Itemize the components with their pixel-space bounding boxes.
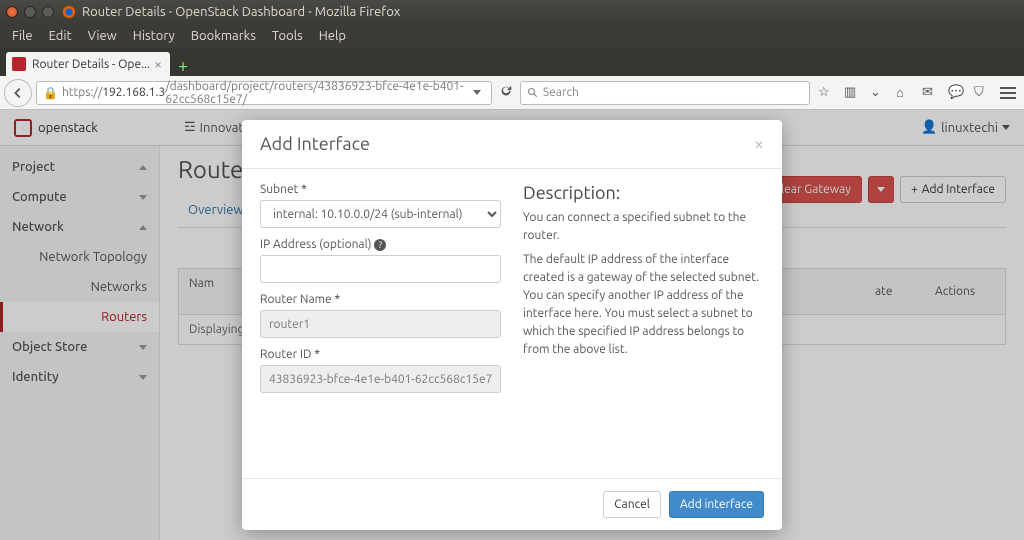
window-controls bbox=[6, 6, 54, 18]
reload-icon bbox=[499, 84, 513, 98]
submit-add-interface-button[interactable]: Add interface bbox=[669, 491, 764, 518]
window-minimize-button[interactable] bbox=[24, 6, 36, 18]
add-interface-modal: Add Interface × Subnet * internal: 10.10… bbox=[242, 120, 782, 530]
menu-edit[interactable]: Edit bbox=[41, 29, 80, 43]
router-id-input bbox=[260, 365, 501, 393]
description-p1: You can connect a specified subnet to th… bbox=[523, 209, 764, 245]
tab-favicon bbox=[12, 57, 26, 71]
pocket-icon[interactable]: ⌄ bbox=[870, 85, 886, 101]
description-p2: The default IP address of the interface … bbox=[523, 251, 764, 359]
router-name-input bbox=[260, 310, 501, 338]
url-path: /dashboard/project/routers/43836923-bfce… bbox=[165, 80, 469, 106]
library-icon[interactable]: ▥ bbox=[844, 85, 860, 101]
modal-form: Subnet * internal: 10.10.0.0/24 (sub-int… bbox=[260, 183, 501, 464]
toolbar-icons: ☆ ▥ ⌄ ⌂ ✉ 💬 ⛉ bbox=[814, 85, 1020, 101]
menu-view[interactable]: View bbox=[80, 29, 125, 43]
window-close-button[interactable] bbox=[6, 6, 18, 18]
cancel-button[interactable]: Cancel bbox=[603, 491, 661, 518]
firefox-menubar: File Edit View History Bookmarks Tools H… bbox=[0, 24, 1024, 48]
send-icon[interactable]: ✉ bbox=[922, 85, 938, 101]
window-maximize-button[interactable] bbox=[42, 6, 54, 18]
hamburger-menu-icon[interactable] bbox=[1000, 87, 1016, 99]
tab-label: Router Details - Ope... bbox=[32, 58, 152, 71]
modal-header: Add Interface × bbox=[242, 120, 782, 169]
window-title: Router Details - OpenStack Dashboard - M… bbox=[82, 5, 400, 19]
firefox-icon bbox=[62, 5, 76, 19]
bookmark-star-icon[interactable]: ☆ bbox=[818, 85, 834, 101]
search-placeholder: Search bbox=[543, 86, 579, 99]
new-tab-button[interactable]: + bbox=[170, 56, 196, 76]
subnet-select[interactable]: internal: 10.10.0.0/24 (sub-internal) bbox=[260, 200, 501, 228]
reload-button[interactable] bbox=[496, 84, 516, 101]
tab-close-icon[interactable]: × bbox=[152, 56, 164, 72]
menu-tools[interactable]: Tools bbox=[264, 29, 311, 43]
arrow-left-icon bbox=[11, 86, 25, 100]
ip-address-label: IP Address (optional) ? bbox=[260, 238, 501, 251]
subnet-label: Subnet * bbox=[260, 183, 501, 196]
router-id-label: Router ID * bbox=[260, 348, 501, 361]
modal-description: Description: You can connect a specified… bbox=[523, 183, 764, 464]
menu-history[interactable]: History bbox=[125, 29, 183, 43]
shield-icon[interactable]: ⛉ bbox=[974, 85, 990, 101]
browser-tab[interactable]: Router Details - Ope... × bbox=[6, 52, 170, 76]
back-button[interactable] bbox=[4, 79, 32, 107]
modal-close-icon[interactable]: × bbox=[754, 134, 764, 154]
url-dropdown-icon[interactable] bbox=[469, 86, 485, 99]
modal-title: Add Interface bbox=[260, 134, 370, 154]
menu-help[interactable]: Help bbox=[311, 29, 354, 43]
modal-overlay: Add Interface × Subnet * internal: 10.10… bbox=[0, 110, 1024, 540]
url-prefix: https:// bbox=[62, 86, 102, 99]
menu-file[interactable]: File bbox=[4, 29, 41, 43]
tab-strip: Router Details - Ope... × + bbox=[0, 48, 1024, 76]
page-viewport: openstack ☲ Innovation 👤 linuxtechi Proj… bbox=[0, 110, 1024, 540]
home-icon[interactable]: ⌂ bbox=[896, 85, 912, 101]
window-titlebar: Router Details - OpenStack Dashboard - M… bbox=[0, 0, 1024, 24]
ip-address-input[interactable] bbox=[260, 255, 501, 283]
router-name-label: Router Name * bbox=[260, 293, 501, 306]
search-bar[interactable]: Search bbox=[520, 81, 810, 105]
url-host: 192.168.1.3 bbox=[102, 86, 165, 99]
menu-bookmarks[interactable]: Bookmarks bbox=[183, 29, 264, 43]
chat-icon[interactable]: 💬 bbox=[948, 85, 964, 101]
description-heading: Description: bbox=[523, 183, 764, 203]
lock-icon: 🔒 bbox=[43, 86, 58, 100]
search-icon bbox=[527, 87, 539, 99]
modal-footer: Cancel Add interface bbox=[242, 478, 782, 530]
help-icon[interactable]: ? bbox=[374, 239, 386, 251]
nav-toolbar: 🔒 https://192.168.1.3/dashboard/project/… bbox=[0, 76, 1024, 110]
url-bar[interactable]: 🔒 https://192.168.1.3/dashboard/project/… bbox=[36, 81, 492, 105]
